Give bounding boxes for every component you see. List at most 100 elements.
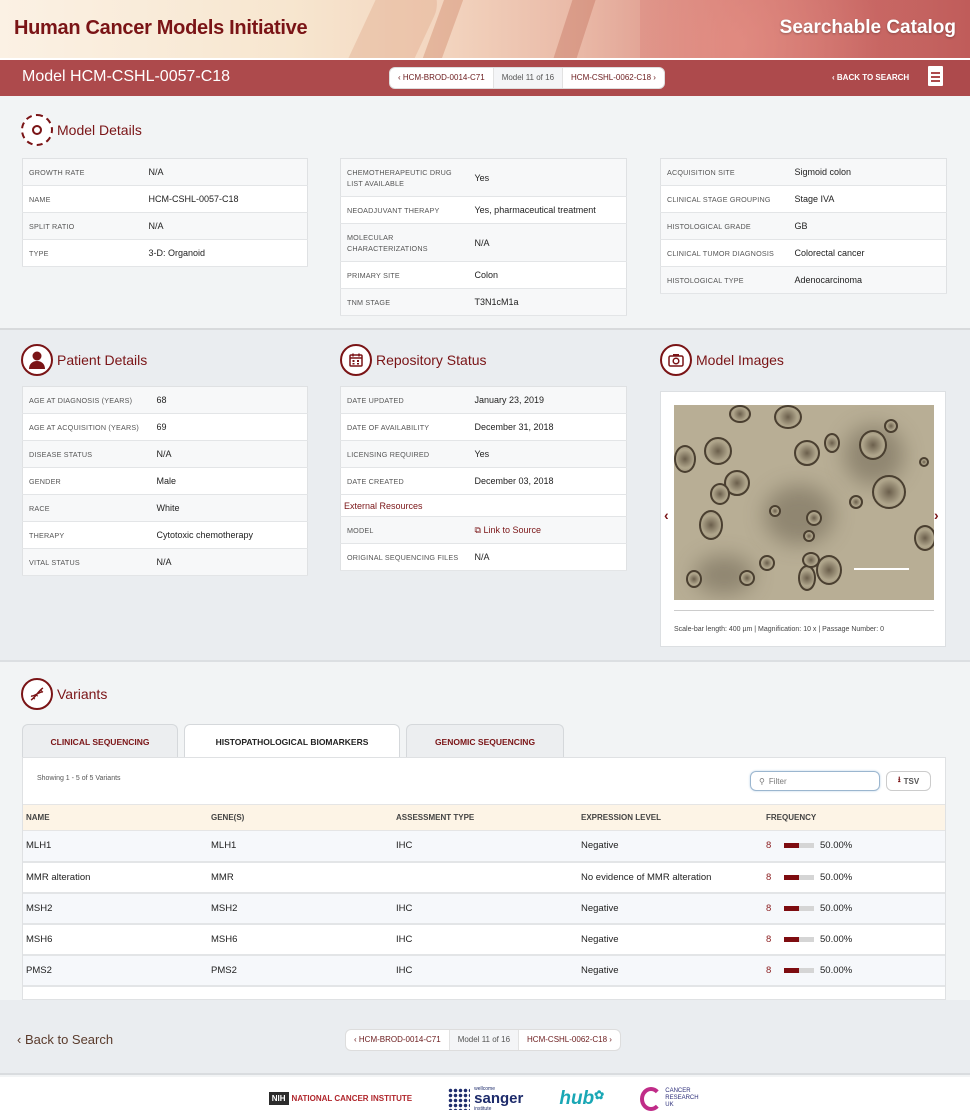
frequency-count: 8 [766,933,772,945]
flower-icon: ✿ [594,1087,605,1102]
showing-count: Showing 1 - 5 of 5 Variants [37,775,121,782]
frequency-count: 8 [766,840,772,852]
next-model-link[interactable]: HCM-CSHL-0062-C18 › [563,68,664,88]
detail-row: ACQUISITION SITE Sigmoid colon [660,158,947,186]
model-details-section: Model Details SHARE ADD MODEL TO MY LIST… [0,96,970,330]
column-header-expression[interactable]: EXPRESSION LEVEL [578,804,763,831]
variant-assessment: IHC [393,923,578,956]
detail-row: TNM STAGE T3N1cM1a [340,288,627,316]
variant-name: MMR alteration [23,861,208,894]
detail-row: ORIGINAL SEQUENCING FILES N/A [340,543,627,571]
detail-row: MOLECULAR CHARACTERIZATIONS N/A [340,223,627,262]
back-to-search-bottom-link[interactable]: ‹ Back to Search [17,1032,113,1047]
cancer-research-uk-logo[interactable]: CANCER RESEARCH UK [640,1086,701,1111]
carousel-next-button[interactable]: › [934,507,939,523]
detail-row: MODEL ⧉ Link to Source [340,516,627,544]
variant-frequency: 8 50.00% [763,954,945,987]
frequency-bar [784,936,814,942]
camera-icon [660,344,692,376]
variant-row: MMR alteration MMR No evidence of MMR alte… [23,861,945,894]
model-images-header: Model Images [660,344,784,376]
tab-clinical-sequencing[interactable]: CLINICAL SEQUENCING [22,724,178,758]
external-resources-row: External Resources [340,494,627,517]
variant-row: PMS2 PMS2 IHC Negative 8 50.00% [23,954,945,987]
detail-row: DATE OF AVAILABILITY December 31, 2018 [340,413,627,441]
frequency-bar [784,843,814,849]
frequency-percent: 50.00% [820,871,853,883]
detail-row: HISTOLOGICAL GRADE GB [660,212,947,240]
filter-placeholder: Filter [768,776,787,786]
variant-genes: MLH1 [208,830,393,863]
back-to-search-link[interactable]: ‹ BACK TO SEARCH [832,73,909,82]
frequency-percent: 50.00% [820,933,853,945]
sanger-logo[interactable]: wellcome sanger institute [448,1086,523,1112]
tab-genomic-sequencing[interactable]: GENOMIC SEQUENCING [406,724,564,758]
tab-histopathological-biomarkers[interactable]: HISTOPATHOLOGICAL BIOMARKERS [184,724,400,759]
model-bar: Model HCM-CSHL-0057-C18 ‹ HCM-BROD-0014-… [0,58,970,96]
model-details-table-2: CHEMOTHERAPEUTIC DRUG LIST AVAILABLE Yes … [340,158,627,316]
organoid-micrograph[interactable] [674,405,934,600]
image-caption: Scale-bar length: 400 µm | Magnification… [674,626,884,633]
model-details-heading: Model Details [57,122,142,138]
site-subtitle: Searchable Catalog [779,17,956,38]
variant-frequency: 8 50.00% [763,830,945,863]
detail-row: NAME HCM-CSHL-0057-C18 [22,185,308,213]
document-list-icon[interactable] [928,66,943,86]
frequency-percent: 50.00% [820,964,853,976]
variants-table: NAME GENE(S) ASSESSMENT TYPE EXPRESSION … [23,804,945,987]
scale-bar [854,568,909,570]
variant-frequency: 8 50.00% [763,861,945,894]
frequency-percent: 50.00% [820,840,853,852]
column-header-genes[interactable]: GENE(S) [208,804,393,831]
variant-frequency: 8 50.00% [763,923,945,956]
external-resources-heading: External Resources [340,494,627,517]
variant-genes: MSH2 [208,892,393,925]
next-model-link[interactable]: HCM-CSHL-0062-C18 › [519,1030,620,1050]
link-to-source[interactable]: ⧉ Link to Source [475,525,541,535]
nci-logo[interactable]: NIH NATIONAL CANCER INSTITUTE [268,1092,412,1105]
variant-name: MSH2 [23,892,208,925]
detail-row: HISTOLOGICAL TYPE Adenocarcinoma [660,266,947,294]
carousel-prev-button[interactable]: ‹ [664,507,669,523]
column-header-assessment[interactable]: ASSESSMENT TYPE [393,804,578,831]
model-title: Model HCM-CSHL-0057-C18 [22,68,231,85]
patient-details-table: AGE AT DIAGNOSIS (YEARS) 68 AGE AT ACQUIS… [22,386,308,576]
download-tsv-button[interactable]: ⭳ TSV [886,771,931,791]
variants-heading: Variants [57,686,108,702]
detail-row: CHEMOTHERAPEUTIC DRUG LIST AVAILABLE Yes [340,158,627,197]
variants-panel: Showing 1 - 5 of 5 Variants ⚲ Filter ⭳ T… [22,757,946,1000]
detail-row: DISEASE STATUS N/A [22,440,308,468]
detail-row: TYPE 3-D: Organoid [22,239,308,267]
variant-genes: MSH6 [208,923,393,956]
divider [674,610,934,611]
site-title[interactable]: Human Cancer Models Initiative [14,17,308,40]
variant-name: PMS2 [23,954,208,987]
detail-row: THERAPY Cytotoxic chemotherapy [22,521,308,549]
detail-row: LICENSING REQUIRED Yes [340,440,627,468]
filter-input[interactable]: ⚲ Filter [750,771,880,791]
variant-assessment: IHC [393,892,578,925]
model-details-table-3: ACQUISITION SITE Sigmoid colon CLINICAL S… [660,158,947,294]
prev-model-link[interactable]: ‹ HCM-BROD-0014-C71 [390,68,494,88]
detail-row: DATE CREATED December 03, 2018 [340,467,627,495]
bottom-model-pager: ‹ HCM-BROD-0014-C71 Model 11 of 16 HCM-C… [345,1029,621,1051]
variant-row: MLH1 MLH1 IHC Negative 8 50.00% [23,830,945,863]
prev-model-link[interactable]: ‹ HCM-BROD-0014-C71 [346,1030,450,1050]
detail-row: GROWTH RATE N/A [22,158,308,186]
detail-row: DATE UPDATED January 23, 2019 [340,386,627,414]
detail-row: AGE AT DIAGNOSIS (YEARS) 68 [22,386,308,414]
frequency-count: 8 [766,902,772,914]
patient-details-header: Patient Details [21,344,147,376]
calendar-icon [340,344,372,376]
detail-row: PRIMARY SITE Colon [340,261,627,289]
variant-expression: Negative [578,830,763,863]
model-image-carousel: ‹ › Scale-bar length: 400 µm | Magnifica… [660,391,946,647]
detail-row: VITAL STATUS N/A [22,548,308,576]
repository-status-table: DATE UPDATED January 23, 2019 DATE OF AVA… [340,386,627,571]
variant-assessment: IHC [393,830,578,863]
column-header-frequency[interactable]: FREQUENCY [763,804,945,831]
model-position: Model 11 of 16 [449,1030,520,1050]
column-header-name[interactable]: NAME [23,804,208,831]
footer-logos: NIH NATIONAL CANCER INSTITUTE wellcome s… [0,1077,970,1120]
hub-logo[interactable]: hub✿ [559,1088,604,1110]
